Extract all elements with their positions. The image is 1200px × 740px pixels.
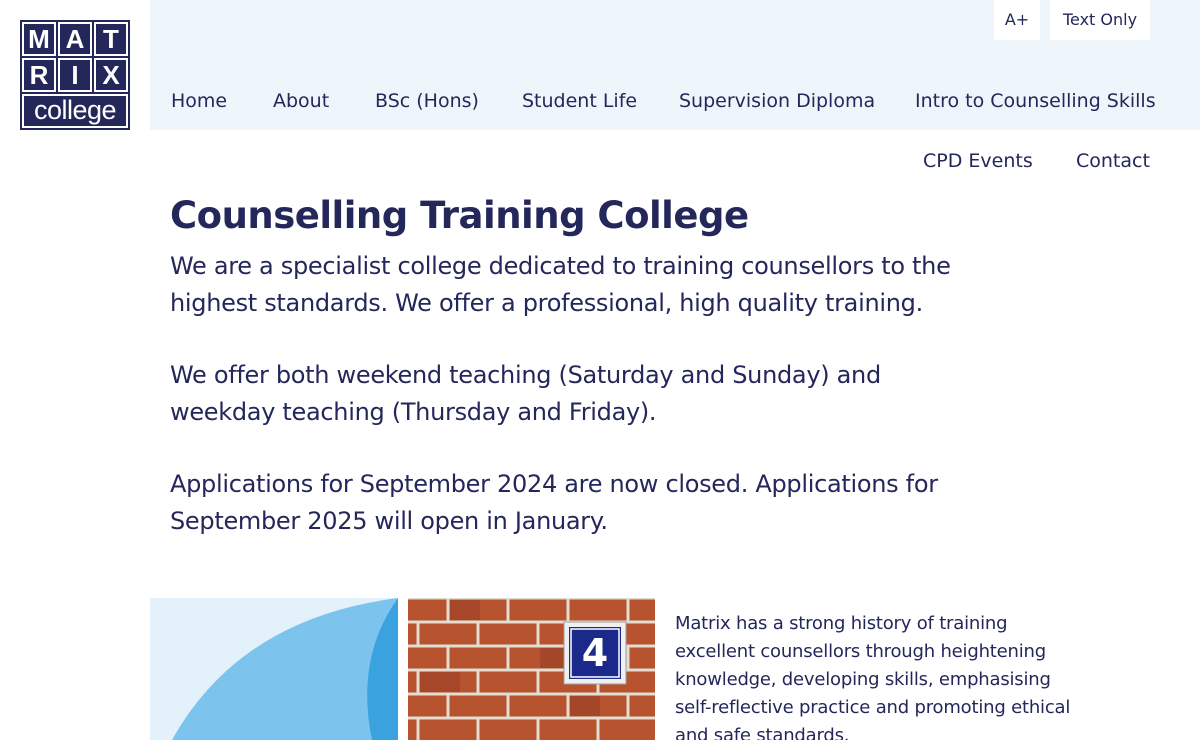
applications-paragraph: Applications for September 2024 are now … bbox=[170, 470, 938, 535]
nav-bsc-hons[interactable]: BSc (Hons) bbox=[375, 89, 479, 113]
nav-student-life[interactable]: Student Life bbox=[522, 89, 637, 113]
logo-letter: T bbox=[94, 22, 128, 56]
text-only-button[interactable]: Text Only bbox=[1050, 0, 1150, 40]
page-title: Counselling Training College bbox=[170, 194, 749, 237]
nav-cpd-events[interactable]: CPD Events bbox=[923, 149, 1033, 173]
brick-wall-photo: 4 bbox=[408, 598, 655, 740]
history-text: Matrix has a strong history of training … bbox=[675, 613, 1071, 740]
leaf-graphic bbox=[150, 598, 398, 740]
nav-about[interactable]: About bbox=[273, 89, 329, 113]
house-number-sign: 4 bbox=[581, 631, 609, 675]
teaching-paragraph: We offer both weekend teaching (Saturday… bbox=[170, 361, 881, 426]
logo-letter: A bbox=[58, 22, 92, 56]
intro-paragraph: We are a specialist college dedicated to… bbox=[170, 252, 951, 317]
nav-intro-counselling-skills[interactable]: Intro to Counselling Skills bbox=[915, 89, 1156, 113]
logo-letter: R bbox=[22, 58, 56, 92]
nav-home[interactable]: Home bbox=[171, 89, 227, 113]
matrix-college-logo[interactable]: M A T R I X college bbox=[20, 20, 130, 130]
nav-supervision-diploma[interactable]: Supervision Diploma bbox=[679, 89, 875, 113]
nav-contact[interactable]: Contact bbox=[1076, 149, 1150, 173]
text-size-button[interactable]: A+ bbox=[994, 0, 1040, 40]
logo-word: college bbox=[22, 94, 128, 128]
logo-letter: X bbox=[94, 58, 128, 92]
logo-letter: I bbox=[58, 58, 92, 92]
logo-letter: M bbox=[22, 22, 56, 56]
